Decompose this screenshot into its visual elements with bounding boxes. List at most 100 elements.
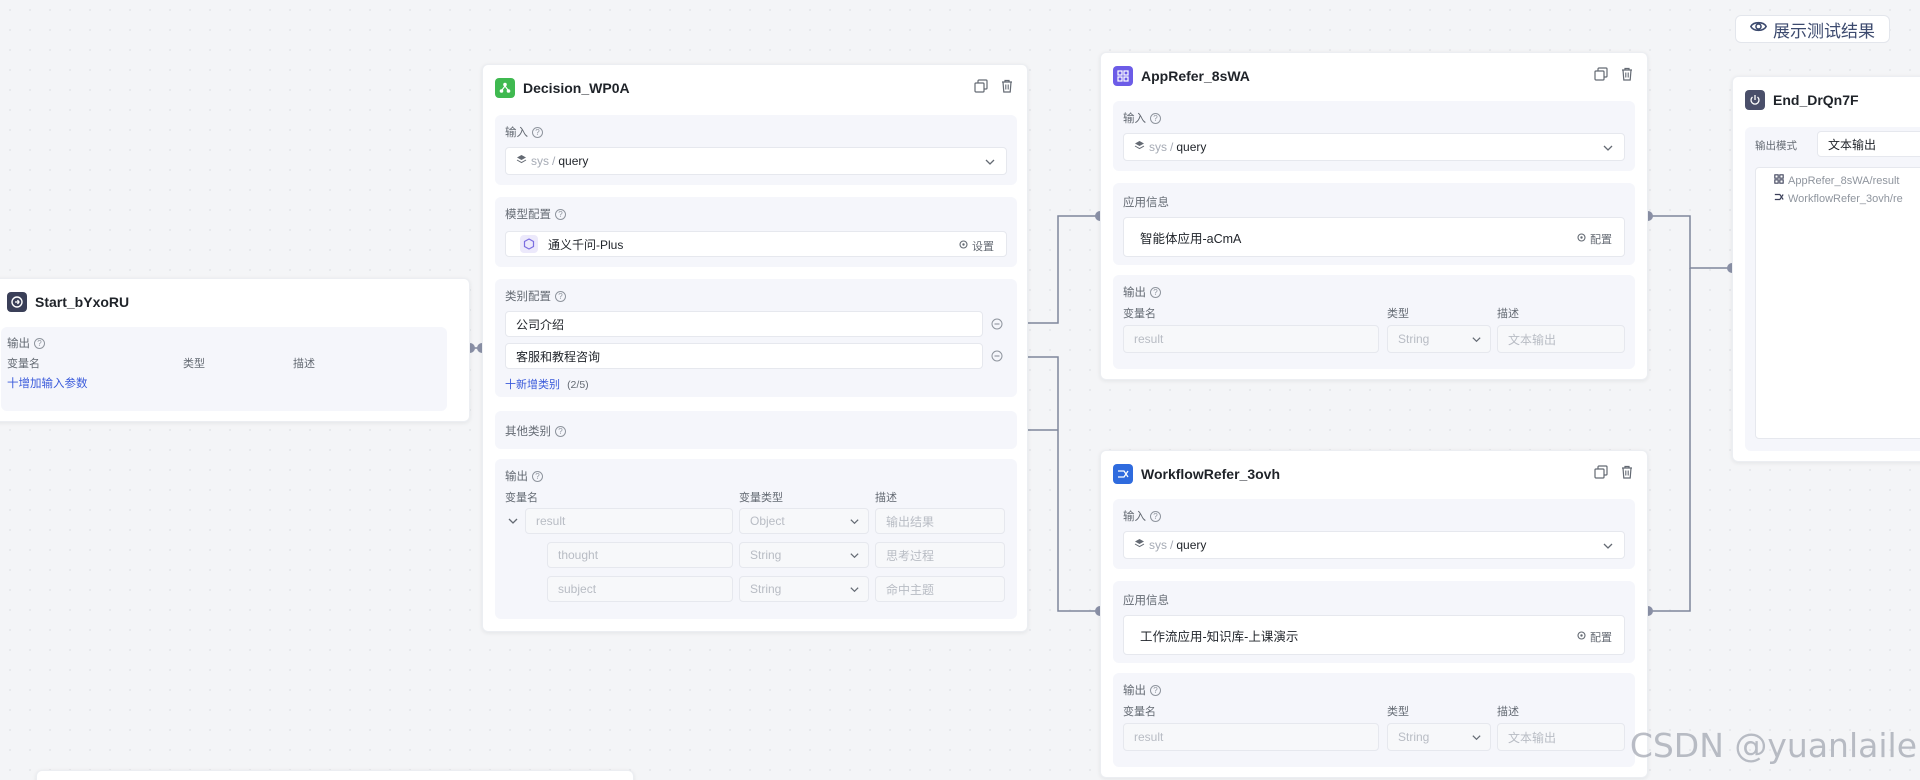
help-icon[interactable]: ? [34,337,45,349]
output-ref-1: AppRefer_8sWA/result [1774,174,1899,187]
help-icon[interactable]: ? [1150,684,1161,696]
workflow-ref-icon [1774,192,1784,205]
app-refer-node[interactable]: AppRefer_8sWA 输入 ? sys / query 应用信息 智能体应… [1100,52,1648,380]
start-col-type: 类型 [183,358,205,370]
workflow-output-label: 输出 [1123,685,1146,697]
output-mode-select[interactable]: 文本输出 [1817,131,1920,157]
model-select[interactable]: 通义千问-Plus 设置 [505,231,1007,257]
input-variable: query [558,154,589,168]
model-name: 通义千问-Plus [548,237,624,252]
category-input-2[interactable]: 客服和教程咨询 [505,343,983,369]
input-variable: query [1176,538,1207,552]
add-category-button[interactable]: 十新增类别 (2/5) [505,376,589,392]
delete-icon[interactable] [999,78,1015,94]
workflow-output-name: result [1123,723,1379,751]
output-refs-box[interactable]: AppRefer_8sWA/result WorkflowRefer_3ovh/… [1755,167,1920,439]
end-node-title: End_DrQn7F [1773,92,1859,108]
copy-icon[interactable] [973,78,989,94]
add-input-param-button[interactable]: 十增加输入参数 [7,375,88,391]
help-icon[interactable]: ? [555,425,566,437]
start-output-label: 输出 [7,338,30,350]
chevron-down-icon [1602,540,1614,555]
end-output-section: 输出模式 文本输出 AppRefer_8sWA/result WorkflowR… [1745,127,1920,451]
start-col-desc: 描述 [293,358,315,370]
output-mode-value: 文本输出 [1828,137,1877,152]
variable-layers-icon [1134,538,1145,552]
workflow-col-desc: 描述 [1497,706,1519,718]
remove-category-icon[interactable] [991,350,1003,365]
csdn-watermark: CSDN @yuanlaile [1629,726,1917,765]
app-input-select[interactable]: sys / query [1123,133,1625,161]
app-ref-icon [1774,174,1784,187]
decision-input-select[interactable]: sys / query [505,147,1007,175]
app-config-button[interactable]: 配置 [1576,231,1612,247]
help-icon[interactable]: ? [555,290,566,302]
app-info-label: 应用信息 [1123,197,1169,209]
delete-icon[interactable] [1619,66,1635,82]
workflow-output-type: String [1387,723,1491,751]
other-category-section: 其他类别 ? [495,411,1017,449]
workflow-info-box[interactable]: 工作流应用-知识库-上课演示 配置 [1123,615,1625,655]
help-icon[interactable]: ? [1150,286,1161,298]
category-input-1[interactable]: 公司介绍 [505,311,983,337]
output-type-select: Object [739,508,869,534]
other-category-label: 其他类别 [505,426,551,438]
decision-node[interactable]: Decision_WP0A 输入 ? sys / query 模型配置 ? 通义… [482,64,1028,632]
chevron-down-icon [849,550,860,564]
gear-icon [958,239,969,253]
workflow-output-section: 输出 ? 变量名 类型 描述 result String 文本输出 [1113,673,1635,767]
help-icon[interactable]: ? [555,208,566,220]
app-info-section: 应用信息 智能体应用-aCmA 配置 [1113,183,1635,265]
category-config-label: 类别配置 [505,291,551,303]
output-desc-field: 输出结果 [875,508,1005,534]
collapse-chevron-icon[interactable] [507,515,519,530]
remove-category-icon[interactable] [991,318,1003,333]
app-output-label: 输出 [1123,287,1146,299]
start-node[interactable]: Start_bYxoRU 输出 ? 变量名 类型 描述 十增加输入参数 [0,278,470,422]
output-col-type: 变量类型 [739,492,783,504]
start-node-title: Start_bYxoRU [35,294,130,310]
output-name-field: thought [547,542,733,568]
gear-icon [1576,630,1587,644]
chevron-down-icon [849,516,860,530]
eye-icon [1749,18,1768,40]
app-info-box[interactable]: 智能体应用-aCmA 配置 [1123,217,1625,257]
copy-icon[interactable] [1593,66,1609,82]
app-col-name: 变量名 [1123,308,1156,320]
output-ref-2: WorkflowRefer_3ovh/re [1774,192,1903,205]
workflow-info-label: 应用信息 [1123,595,1169,607]
decision-output-label: 输出 [505,471,528,483]
delete-icon[interactable] [1619,464,1635,480]
model-logo-icon [520,235,538,253]
output-type-select: String [739,542,869,568]
workflow-config-button[interactable]: 配置 [1576,629,1612,645]
app-node-icon [1113,66,1133,86]
app-config-label: 配置 [1590,234,1612,246]
workflow-output-desc: 文本输出 [1497,723,1625,751]
end-node[interactable]: End_DrQn7F 输出模式 文本输出 AppRefer_8sWA/resul… [1732,76,1920,462]
help-icon[interactable]: ? [1150,510,1161,522]
help-icon[interactable]: ? [1150,112,1161,124]
model-config-section: 模型配置 ? 通义千问-Plus 设置 [495,197,1017,267]
variable-layers-icon [1134,140,1145,154]
add-category-label: 十新增类别 [505,379,560,391]
app-output-name: result [1123,325,1379,353]
workflow-col-type: 类型 [1387,706,1409,718]
bottom-node-partial[interactable] [36,770,634,780]
workflow-app-name: 工作流应用-知识库-上课演示 [1140,629,1299,644]
input-namespace: sys [1149,538,1167,552]
workflow-input-select[interactable]: sys / query [1123,531,1625,559]
workflow-info-section: 应用信息 工作流应用-知识库-上课演示 配置 [1113,581,1635,663]
model-settings-button[interactable]: 设置 [958,238,994,254]
workflow-refer-node[interactable]: WorkflowRefer_3ovh 输入 ? sys / query 应用信息… [1100,450,1648,778]
copy-icon[interactable] [1593,464,1609,480]
chevron-down-icon [1471,334,1482,348]
chevron-down-icon [849,584,860,598]
start-col-name: 变量名 [7,358,40,370]
category-2-text: 客服和教程咨询 [516,349,601,364]
help-icon[interactable]: ? [532,126,543,138]
app-col-desc: 描述 [1497,308,1519,320]
help-icon[interactable]: ? [532,470,543,482]
app-output-desc: 文本输出 [1497,325,1625,353]
show-test-results-button[interactable]: 展示测试结果 [1735,15,1890,43]
